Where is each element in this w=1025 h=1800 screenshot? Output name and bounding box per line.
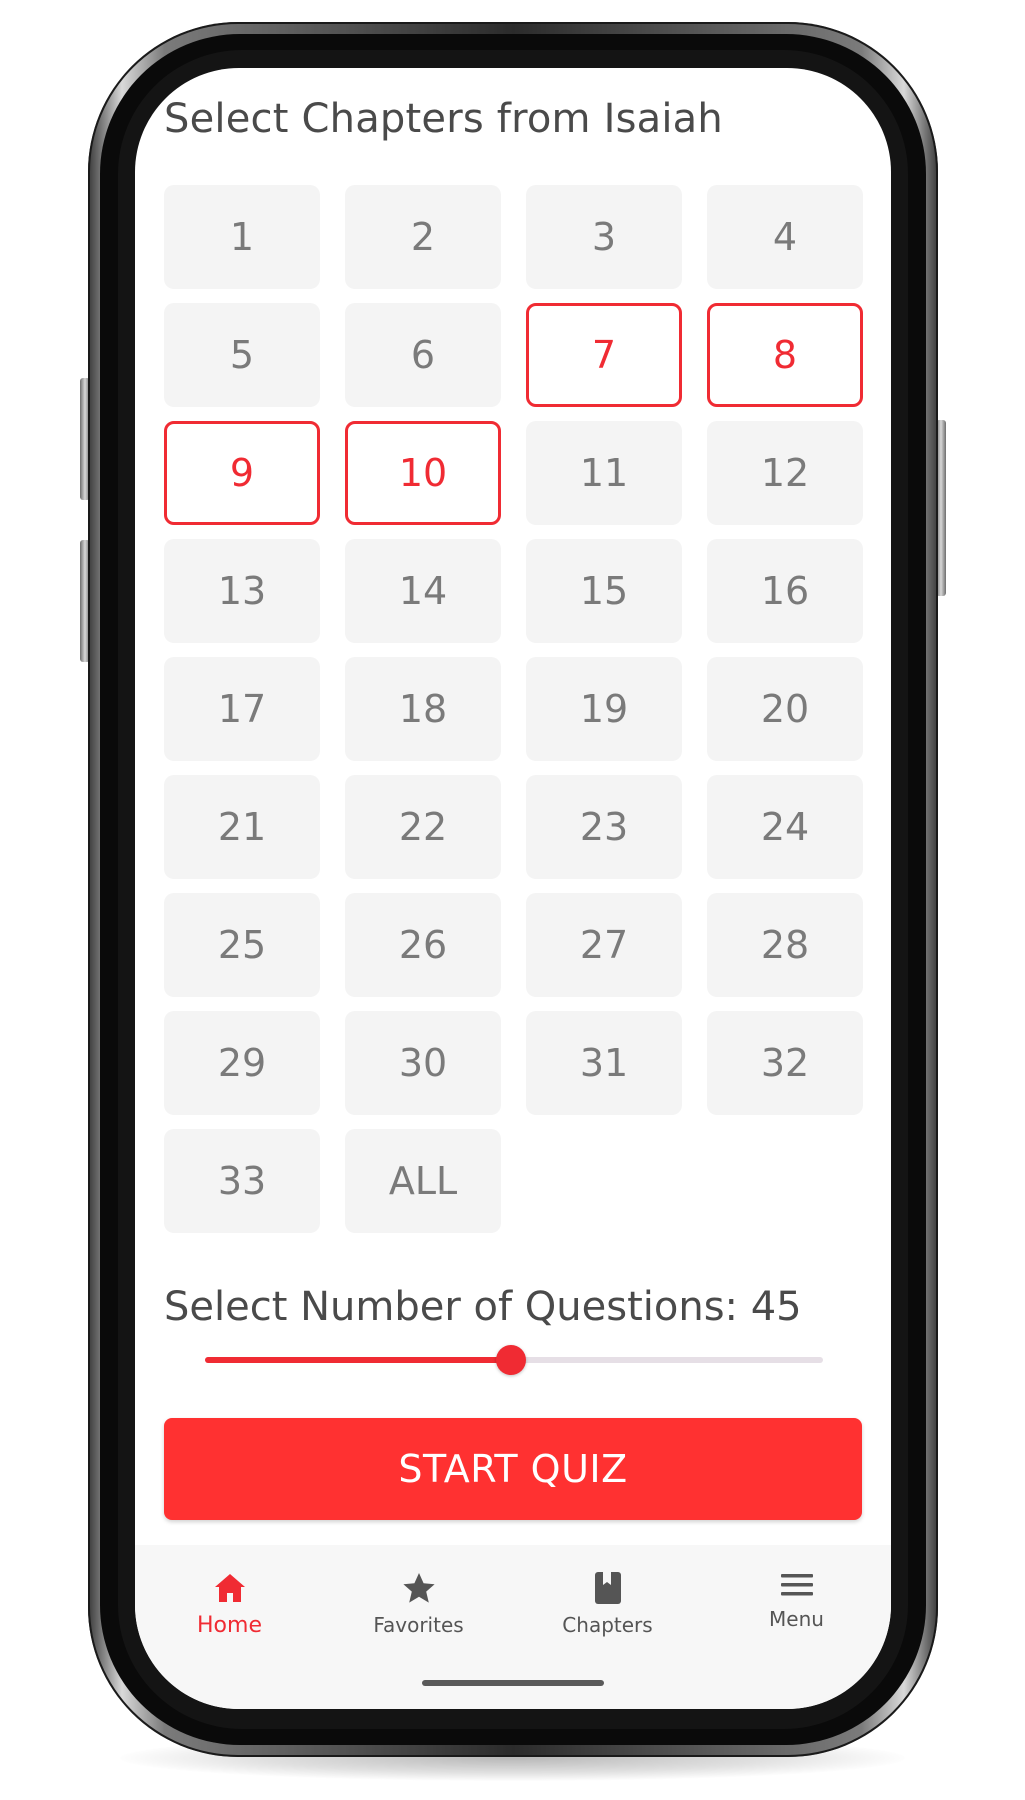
chapter-tile-3[interactable]: 3 xyxy=(526,185,682,289)
home-indicator xyxy=(422,1680,604,1686)
chapter-tile-29[interactable]: 29 xyxy=(164,1011,320,1115)
chapter-tile-7[interactable]: 7 xyxy=(526,303,682,407)
start-quiz-button[interactable]: START QUIZ xyxy=(164,1418,862,1520)
chapter-tile-14[interactable]: 14 xyxy=(345,539,501,643)
questions-count-label: Select Number of Questions: 45 xyxy=(164,1284,802,1330)
chapter-tile-11[interactable]: 11 xyxy=(526,421,682,525)
chapter-tile-22[interactable]: 22 xyxy=(345,775,501,879)
chapter-tile-30[interactable]: 30 xyxy=(345,1011,501,1115)
chapter-tile-24[interactable]: 24 xyxy=(707,775,863,879)
chapter-tile-9[interactable]: 9 xyxy=(164,421,320,525)
chapter-tile-21[interactable]: 21 xyxy=(164,775,320,879)
nav-label-favorites: Favorites xyxy=(373,1613,464,1637)
chapter-tile-5[interactable]: 5 xyxy=(164,303,320,407)
chapter-tile-all[interactable]: ALL xyxy=(345,1129,501,1233)
chapter-tile-13[interactable]: 13 xyxy=(164,539,320,643)
nav-item-menu[interactable]: Menu xyxy=(702,1545,891,1709)
chapter-tile-15[interactable]: 15 xyxy=(526,539,682,643)
chapter-tile-31[interactable]: 31 xyxy=(526,1011,682,1115)
chapter-tile-12[interactable]: 12 xyxy=(707,421,863,525)
slider-fill xyxy=(205,1357,511,1363)
chapter-tile-8[interactable]: 8 xyxy=(707,303,863,407)
home-icon xyxy=(211,1569,249,1607)
chapter-grid: 1 2 3 4 5 6 7 8 9 10 11 12 13 14 15 16 17 18 19 20 21 22 23 24 2… xyxy=(164,185,863,1233)
chapter-tile-10[interactable]: 10 xyxy=(345,421,501,525)
chapter-tile-18[interactable]: 18 xyxy=(345,657,501,761)
chapter-tile-28[interactable]: 28 xyxy=(707,893,863,997)
chapter-tile-33[interactable]: 33 xyxy=(164,1129,320,1233)
chapter-tile-17[interactable]: 17 xyxy=(164,657,320,761)
chapter-tile-16[interactable]: 16 xyxy=(707,539,863,643)
chapter-tile-32[interactable]: 32 xyxy=(707,1011,863,1115)
questions-slider[interactable] xyxy=(205,1345,823,1375)
chapter-tile-26[interactable]: 26 xyxy=(345,893,501,997)
slider-thumb[interactable] xyxy=(495,1345,526,1375)
nav-label-home: Home xyxy=(197,1613,262,1638)
chapter-tile-19[interactable]: 19 xyxy=(526,657,682,761)
chapter-tile-2[interactable]: 2 xyxy=(345,185,501,289)
chapter-tile-23[interactable]: 23 xyxy=(526,775,682,879)
chapter-tile-6[interactable]: 6 xyxy=(345,303,501,407)
phone-screen: Select Chapters from Isaiah 1 2 3 4 5 6 7 8 9 10 1… xyxy=(135,68,891,1709)
chapter-tile-27[interactable]: 27 xyxy=(526,893,682,997)
chapter-tile-20[interactable]: 20 xyxy=(707,657,863,761)
chapter-tile-25[interactable]: 25 xyxy=(164,893,320,997)
chapter-tile-1[interactable]: 1 xyxy=(164,185,320,289)
page-title: Select Chapters from Isaiah xyxy=(164,96,723,142)
menu-icon xyxy=(778,1569,816,1601)
nav-item-home[interactable]: Home xyxy=(135,1545,324,1709)
nav-label-chapters: Chapters xyxy=(562,1613,653,1637)
star-icon xyxy=(400,1569,438,1607)
chapter-tile-4[interactable]: 4 xyxy=(707,185,863,289)
nav-label-menu: Menu xyxy=(769,1607,824,1631)
book-icon xyxy=(589,1569,627,1607)
